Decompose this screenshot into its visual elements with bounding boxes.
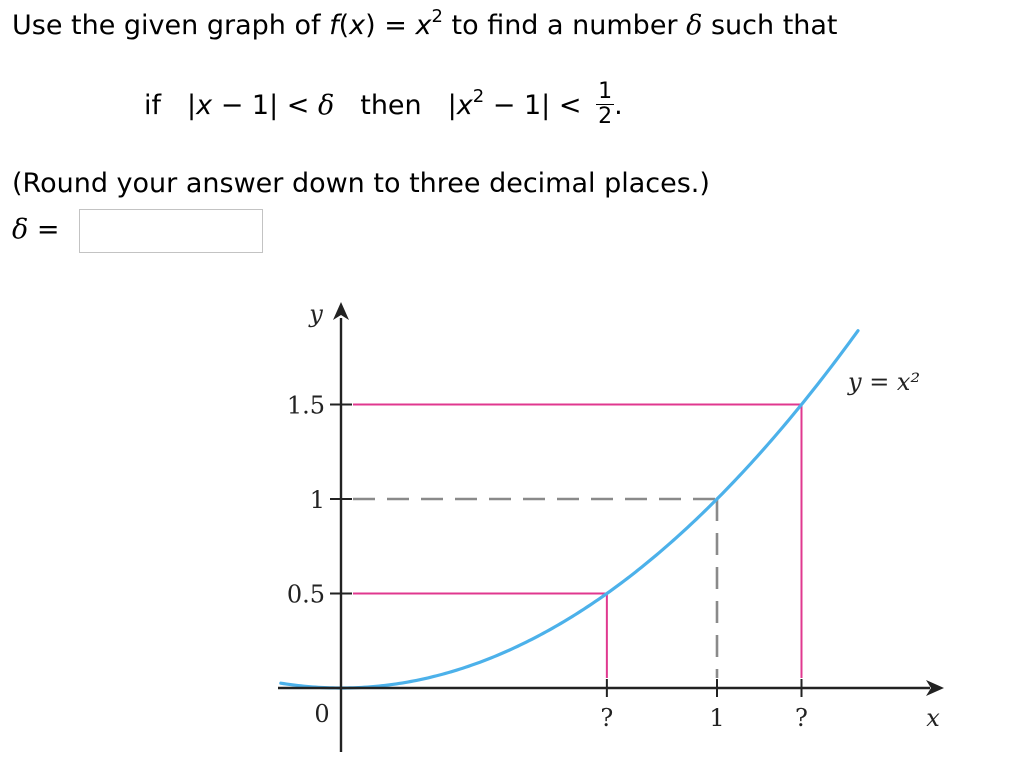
graph-y-equals-x-squared: y = x² x y 0 ? 1 ? 1.5 1 0.5 bbox=[278, 300, 944, 752]
x-tick-label-2: ? bbox=[795, 704, 808, 732]
y-tick-label-1: 1 bbox=[310, 486, 325, 514]
x-tick-label-1: 1 bbox=[709, 704, 724, 732]
guide-lines bbox=[353, 403, 803, 678]
y-tick-label-0: 1.5 bbox=[287, 392, 325, 420]
x-axis-label: x bbox=[926, 704, 940, 732]
curve-label: y = x² bbox=[847, 368, 920, 396]
y-axis-label: y bbox=[308, 300, 323, 328]
y-axis-arrow-icon bbox=[333, 302, 349, 320]
y-tick-label-2: 0.5 bbox=[287, 581, 325, 609]
axes bbox=[278, 302, 944, 752]
origin-label: 0 bbox=[314, 700, 329, 728]
x-tick-label-0: ? bbox=[600, 704, 613, 732]
curve-y-equals-x-squared bbox=[279, 329, 860, 690]
axis-labels: y = x² x y 0 ? 1 ? 1.5 1 0.5 bbox=[287, 300, 940, 732]
